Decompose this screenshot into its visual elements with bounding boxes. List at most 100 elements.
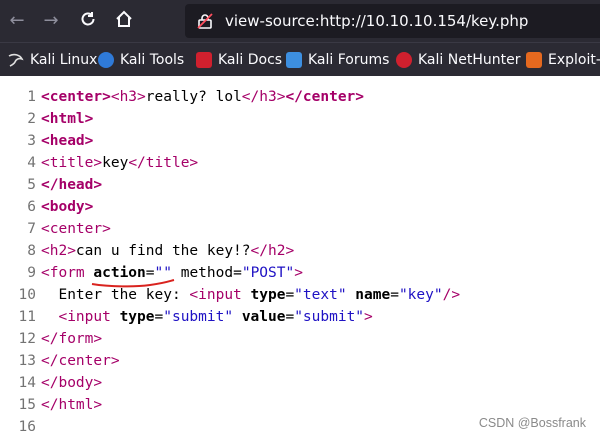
source-token: = (233, 265, 242, 281)
source-line: 12 </form> (0, 328, 103, 350)
kali-dragon-icon (8, 52, 24, 68)
source-token: key (102, 155, 129, 171)
kali-nethunter-icon (396, 52, 412, 68)
bookmark-kali-linux[interactable]: Kali Linux (8, 50, 97, 70)
line-number: 13 (18, 353, 36, 369)
insecure-lock-icon[interactable] (197, 13, 213, 29)
bookmark-label: Kali Linux (30, 52, 98, 68)
kali-forums-icon (286, 52, 302, 68)
source-token: </center> (41, 353, 120, 369)
source-view: 1 <center><h3>really? lol</h3></center> 2 <… (0, 80, 600, 442)
kali-docs-icon (196, 52, 212, 68)
home-icon[interactable] (113, 10, 135, 32)
line-number: 16 (18, 419, 36, 435)
bookmark-kali-tools[interactable]: Kali Tools (98, 50, 184, 70)
source-line: 13 </center> (0, 350, 120, 372)
line-number: 5 (27, 177, 36, 193)
source-token: = (154, 309, 164, 325)
source-token: <input (58, 309, 120, 325)
line-number: 8 (27, 243, 36, 259)
source-line: 10 Enter the key: <input type="text" nam… (0, 284, 461, 306)
watermark: CSDN @Bossfrank (478, 416, 586, 430)
line-number: 12 (18, 331, 36, 347)
source-token: really? lol (145, 89, 242, 105)
source-token (347, 287, 356, 303)
source-line: 7 <center> (0, 218, 111, 240)
source-token: type (250, 287, 286, 303)
bookmark-exploit-db[interactable]: Exploit-D (526, 50, 600, 70)
bookmark-kali-forums[interactable]: Kali Forums (286, 50, 389, 70)
source-line: 2 <html> (0, 108, 93, 130)
source-token: </center> (285, 89, 365, 105)
bookmark-kali-nethunter[interactable]: Kali NetHunter (396, 50, 520, 70)
line-number: 6 (27, 199, 36, 215)
source-line: 16 (0, 416, 41, 438)
back-arrow-icon[interactable]: ← (6, 10, 28, 32)
source-token (233, 309, 242, 325)
red-underline-annotation (91, 279, 175, 288)
source-line: 14 </body> (0, 372, 103, 394)
source-token: <center> (41, 89, 111, 105)
source-token: Enter the key: (41, 287, 190, 303)
source-token: "submit" (294, 309, 365, 325)
source-line: 3 <head> (0, 130, 93, 152)
source-token: </h3> (241, 89, 286, 105)
source-line: 1 <center><h3>really? lol</h3></center> (0, 86, 364, 108)
source-token: > (364, 309, 373, 325)
source-token: </title> (128, 155, 199, 171)
source-token: "key" (398, 287, 443, 303)
source-token: /> (442, 287, 461, 303)
kali-tools-icon (98, 52, 114, 68)
source-token: <h3> (110, 89, 146, 105)
source-token: = (285, 287, 295, 303)
source-token: </h2> (250, 243, 295, 259)
browser-toolbar: ← → view-source:http://10.10.10.154/key.… (0, 0, 600, 42)
line-number: 9 (27, 265, 36, 281)
line-number: 15 (18, 397, 36, 413)
source-token: <form (41, 265, 94, 281)
source-token: </form> (41, 331, 103, 347)
source-token: <input (189, 287, 251, 303)
source-token: <body> (41, 199, 94, 215)
source-token: <h2> (41, 243, 76, 259)
source-token: type (119, 309, 155, 325)
source-token: "text" (294, 287, 347, 303)
bookmark-kali-docs[interactable]: Kali Docs (196, 50, 282, 70)
line-number: 7 (27, 221, 36, 237)
source-token: </html> (41, 397, 103, 413)
source-line: 11 <input type="submit" value="submit"> (0, 306, 373, 328)
source-token: > (294, 265, 303, 281)
source-token: </head> (41, 177, 103, 193)
source-token: </body> (41, 375, 103, 391)
source-token: = (285, 309, 295, 325)
line-number: 4 (27, 155, 36, 171)
bookmark-label: Kali Forums (308, 52, 390, 68)
line-number: 11 (18, 309, 36, 325)
source-token: can u find the key!? (75, 243, 251, 259)
source-token: name (355, 287, 391, 303)
line-number: 2 (27, 111, 36, 127)
bookmark-label: Kali Docs (218, 52, 283, 68)
bookmark-label: Exploit-D (548, 52, 600, 68)
address-bar[interactable]: view-source:http://10.10.10.154/key.php (185, 4, 600, 38)
source-line: 8 <h2>can u find the key!?</h2> (0, 240, 294, 262)
source-token: <head> (41, 133, 94, 149)
source-line: 6 <body> (0, 196, 93, 218)
line-number: 10 (18, 287, 36, 303)
bookmarks-toolbar: Kali Linux Kali Tools Kali Docs Kali For… (0, 42, 600, 76)
exploit-db-icon (526, 52, 542, 68)
source-token: "submit" (163, 309, 234, 325)
line-number: 14 (18, 375, 36, 391)
source-token: <title> (41, 155, 103, 171)
bookmark-label: Kali NetHunter (418, 52, 521, 68)
forward-arrow-icon[interactable]: → (40, 10, 62, 32)
source-line: 5 </head> (0, 174, 102, 196)
source-token: value (241, 309, 286, 325)
source-line: 15 </html> (0, 394, 103, 416)
source-token: <html> (41, 111, 94, 127)
source-token (41, 309, 58, 325)
url-text: view-source:http://10.10.10.154/key.php (225, 12, 529, 30)
reload-icon[interactable] (77, 10, 99, 32)
source-token: <center> (41, 221, 111, 237)
line-number: 1 (27, 89, 36, 105)
